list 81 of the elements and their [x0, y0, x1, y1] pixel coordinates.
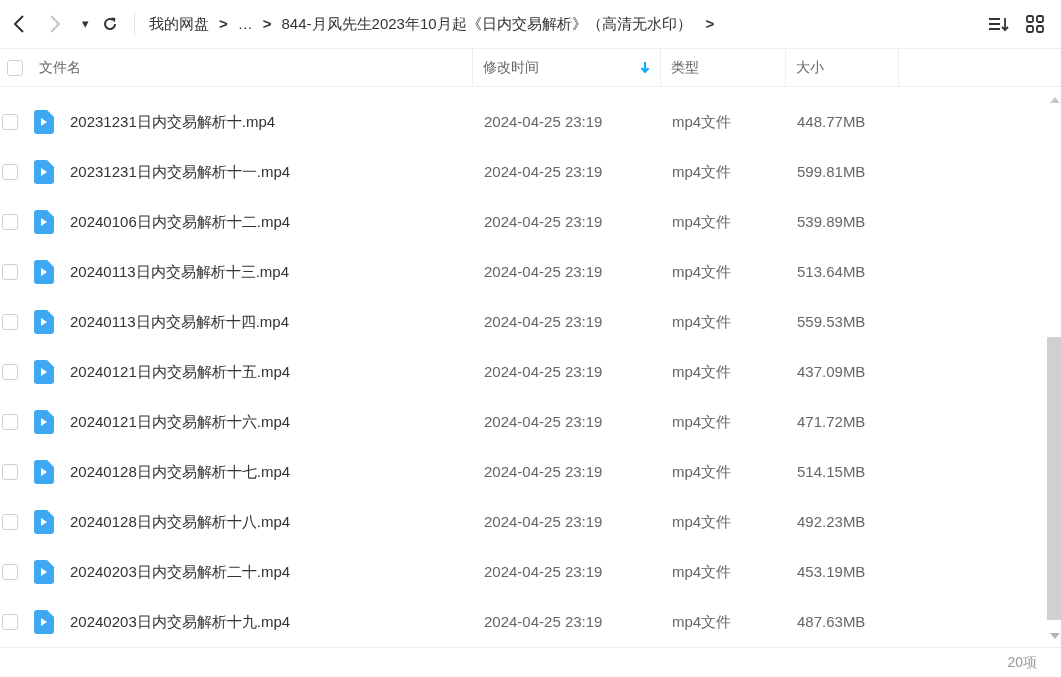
breadcrumb-separator: >	[262, 13, 272, 34]
video-file-icon	[34, 310, 54, 334]
file-size: 487.63MB	[797, 613, 866, 630]
modified-date: 2024-04-25 23:19	[484, 563, 603, 580]
breadcrumb-separator: >	[219, 13, 228, 34]
file-size: 437.09MB	[797, 363, 866, 380]
file-name[interactable]: 20240113日内交易解析十四.mp4	[70, 310, 289, 334]
file-size: 599.81MB	[797, 163, 866, 180]
checkbox[interactable]	[2, 464, 18, 480]
history-dropdown-button[interactable]: ▾	[78, 14, 92, 34]
file-size: 448.77MB	[797, 113, 866, 130]
file-type: mp4文件	[672, 113, 732, 130]
video-file-icon	[34, 460, 54, 484]
modified-date: 2024-04-25 23:19	[484, 113, 603, 130]
breadcrumb-separator: >	[705, 13, 715, 34]
file-size: 539.89MB	[797, 213, 866, 230]
checkbox[interactable]	[2, 314, 18, 330]
video-file-icon	[34, 210, 54, 234]
file-size: 471.72MB	[797, 413, 866, 430]
checkbox[interactable]	[2, 364, 18, 380]
checkbox[interactable]	[2, 614, 18, 630]
file-type: mp4文件	[672, 513, 732, 530]
video-file-icon	[34, 410, 54, 434]
file-type: mp4文件	[672, 413, 732, 430]
file-size: 514.15MB	[797, 463, 866, 480]
file-type: mp4文件	[672, 163, 732, 180]
chevron-left-icon[interactable]	[12, 15, 26, 33]
file-type: mp4文件	[672, 263, 732, 280]
file-size: 492.23MB	[797, 513, 866, 530]
file-type: mp4文件	[672, 313, 732, 330]
column-header[interactable]: 修改时间	[483, 57, 539, 78]
checkbox[interactable]	[2, 214, 18, 230]
column-header[interactable]: 文件名	[39, 57, 81, 78]
file-type: mp4文件	[672, 463, 732, 480]
modified-date: 2024-04-25 23:19	[484, 213, 603, 230]
grid-view-button[interactable]	[1023, 12, 1047, 36]
modified-date: 2024-04-25 23:19	[484, 463, 603, 480]
video-file-icon	[34, 610, 54, 634]
video-file-icon	[34, 260, 54, 284]
breadcrumb-link[interactable]: 我的网盘	[149, 12, 209, 36]
file-name[interactable]: 20240121日内交易解析十五.mp4	[70, 360, 291, 384]
file-type: mp4文件	[672, 213, 732, 230]
checkbox[interactable]	[2, 264, 18, 280]
checkbox[interactable]	[2, 114, 18, 130]
file-name[interactable]: 20240203日内交易解析二十.mp4	[70, 560, 291, 584]
checkbox[interactable]	[2, 414, 18, 430]
modified-date: 2024-04-25 23:19	[484, 363, 603, 380]
video-file-icon	[34, 560, 54, 584]
file-type: mp4文件	[672, 613, 732, 630]
file-size: 513.64MB	[797, 263, 866, 280]
file-type: mp4文件	[672, 363, 732, 380]
file-name[interactable]: 20240203日内交易解析十九.mp4	[70, 610, 291, 634]
file-name[interactable]: 20240106日内交易解析十二.mp4	[70, 210, 291, 234]
file-name[interactable]: 20240128日内交易解析十七.mp4	[70, 460, 291, 484]
file-name[interactable]: 20240113日内交易解析十三.mp4	[70, 260, 289, 284]
file-name[interactable]: 20231231日内交易解析十一.mp4	[70, 160, 291, 184]
video-file-icon	[34, 160, 54, 184]
modified-date: 2024-04-25 23:19	[484, 613, 603, 630]
file-name[interactable]: 20240121日内交易解析十六.mp4	[70, 410, 291, 434]
checkbox[interactable]	[2, 514, 18, 530]
video-file-icon	[34, 360, 54, 384]
checkbox[interactable]	[2, 164, 18, 180]
modified-date: 2024-04-25 23:19	[484, 313, 603, 330]
column-header[interactable]: 大小	[796, 57, 824, 78]
modified-date: 2024-04-25 23:19	[484, 513, 603, 530]
file-name[interactable]: 20231231日内交易解析十.mp4	[70, 110, 276, 134]
breadcrumb-link[interactable]: 844-月风先生2023年10月起《日内交易解析》（高清无水印）	[281, 12, 692, 36]
video-file-icon	[34, 510, 54, 534]
file-name[interactable]: 20240128日内交易解析十八.mp4	[70, 510, 291, 534]
checkbox[interactable]	[7, 59, 23, 76]
checkbox[interactable]	[2, 564, 18, 580]
breadcrumb-link[interactable]: …	[237, 12, 253, 36]
file-size: 559.53MB	[797, 313, 866, 330]
column-header[interactable]: 类型	[671, 57, 699, 78]
file-type: mp4文件	[672, 563, 732, 580]
modified-date: 2024-04-25 23:19	[484, 163, 603, 180]
modified-date: 2024-04-25 23:19	[484, 413, 603, 430]
modified-date: 2024-04-25 23:19	[484, 263, 603, 280]
item-count: 20项	[1007, 653, 1037, 672]
file-size: 453.19MB	[797, 563, 866, 580]
video-file-icon	[34, 110, 54, 134]
